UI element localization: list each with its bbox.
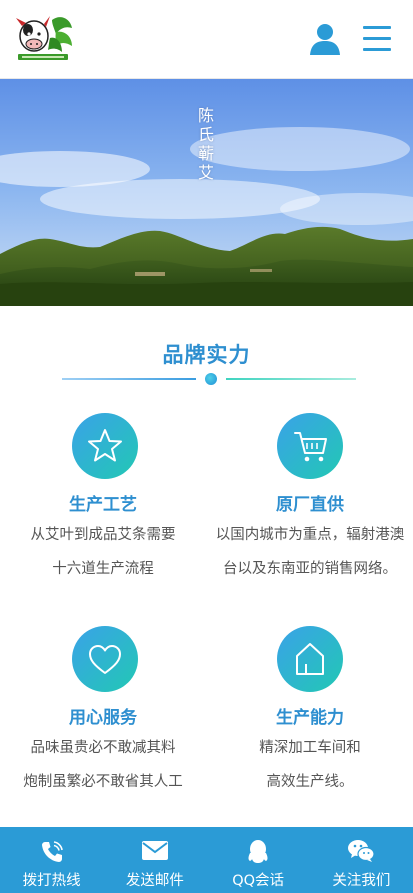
phone-icon [41,841,63,862]
user-button[interactable] [308,22,342,56]
feature-icon-circle [277,413,343,479]
logo[interactable] [12,10,76,62]
feature-icon-circle [72,626,138,692]
menu-icon [363,26,391,51]
header [0,0,413,79]
feature-desc-line1: 品味虽贵必不敢减其料 [30,740,176,756]
feature-capacity[interactable]: 生产能力 精深加工车间和 高效生产线。 [207,625,413,815]
star-icon [88,429,122,462]
feature-desc-line2: 高效生产线。 [266,774,354,790]
section-divider [62,371,356,385]
bottom-bar-label: 关注我们 [332,873,391,889]
feature-desc-line1: 从艾叶到成品艾条需要 [30,527,176,543]
qq-chat-button[interactable]: QQ会话 [207,827,310,893]
call-hotline-button[interactable]: 拨打热线 [0,827,103,893]
feature-title: 生产能力 [276,708,344,728]
feature-desc-line2: 十六道生产流程 [52,561,154,577]
section-title: 品牌实力 [162,343,251,367]
cow-leaf-logo-icon [16,16,72,60]
wechat-icon [348,840,375,862]
bottom-bar: 拨打热线 发送邮件 QQ会话 关注我们 [0,827,413,893]
user-icon [310,24,340,55]
feature-desc-line1: 精深加工车间和 [259,740,361,756]
feature-desc-line1: 以国内城市为重点，辐射港澳 [215,527,405,543]
banner[interactable]: 陈氏蕲艾 [0,79,413,306]
feature-title: 用心服务 [69,708,137,728]
banner-title: 陈氏蕲艾 [195,107,214,183]
qq-icon [248,840,268,863]
house-icon [296,643,324,675]
feature-factory-direct[interactable]: 原厂直供 以国内城市为重点，辐射港澳 台以及东南亚的销售网络。 [207,412,413,602]
bottom-bar-label: 拨打热线 [22,873,81,889]
cart-icon [294,432,327,462]
menu-button[interactable] [361,24,393,54]
feature-icon-circle [277,626,343,692]
mail-icon [141,841,168,860]
feature-production-process[interactable]: 生产工艺 从艾叶到成品艾条需要 十六道生产流程 [0,412,206,602]
bottom-bar-label: 发送邮件 [125,873,184,889]
feature-title: 生产工艺 [69,495,137,515]
bottom-bar-label: QQ会话 [232,873,285,889]
feature-service[interactable]: 用心服务 品味虽贵必不敢减其料 炮制虽繁必不敢省其人工 [0,625,206,815]
send-email-button[interactable]: 发送邮件 [103,827,206,893]
feature-desc-line2: 炮制虽繁必不敢省其人工 [23,774,183,790]
feature-desc-line2: 台以及东南亚的销售网络。 [223,561,397,577]
feature-title: 原厂直供 [276,495,344,515]
follow-us-button[interactable]: 关注我们 [310,827,413,893]
feature-icon-circle [72,413,138,479]
heart-icon [89,645,121,674]
